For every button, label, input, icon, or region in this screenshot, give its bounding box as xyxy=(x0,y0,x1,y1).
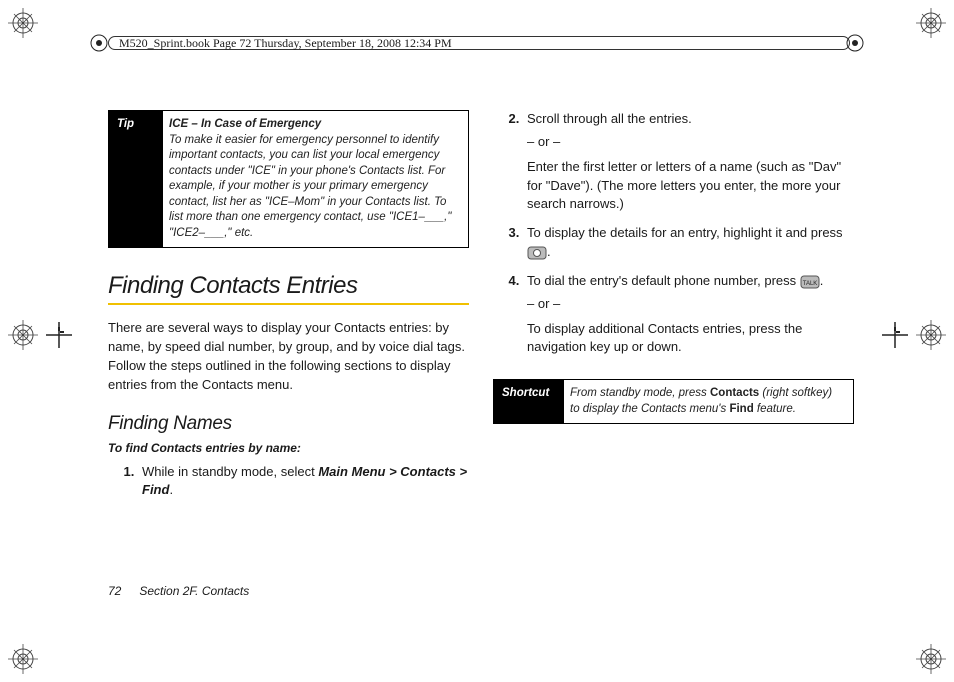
crop-cross-icon xyxy=(880,320,910,355)
crop-cross-icon xyxy=(44,320,74,355)
registration-mark-icon xyxy=(916,644,946,674)
tip-body: ICE – In Case of Emergency To make it ea… xyxy=(163,111,468,247)
shortcut-contacts: Contacts xyxy=(710,387,759,399)
step-3: To display the details for an entry, hig… xyxy=(523,224,854,262)
step-4a-pre: To dial the entry's default phone number… xyxy=(527,273,800,288)
section-label: Section 2F. Contacts xyxy=(139,584,249,598)
step-4a-post: . xyxy=(820,273,824,288)
steps-list-left: While in standby mode, select Main Menu … xyxy=(108,463,469,511)
running-head: M520_Sprint.book Page 72 Thursday, Septe… xyxy=(108,36,850,50)
shortcut-label: Shortcut xyxy=(494,380,564,423)
page: M520_Sprint.book Page 72 Thursday, Septe… xyxy=(0,0,954,682)
step-1: While in standby mode, select Main Menu … xyxy=(138,463,469,501)
or-divider: – or – xyxy=(527,133,854,152)
left-column: Tip ICE – In Case of Emergency To make i… xyxy=(108,110,469,585)
step-3-post: . xyxy=(547,244,551,259)
page-number: 72 xyxy=(108,584,121,598)
step-2a: Scroll through all the entries. xyxy=(527,110,854,129)
step-2: Scroll through all the entries. – or – E… xyxy=(523,110,854,214)
registration-mark-icon xyxy=(916,320,946,355)
steps-list-right: Scroll through all the entries. – or – E… xyxy=(493,110,854,367)
tip-box: Tip ICE – In Case of Emergency To make i… xyxy=(108,110,469,248)
running-head-text: M520_Sprint.book Page 72 Thursday, Septe… xyxy=(119,36,452,51)
intro-paragraph: There are several ways to display your C… xyxy=(108,319,469,394)
subheading: Finding Names xyxy=(108,413,469,435)
page-footer: 72 Section 2F. Contacts xyxy=(108,584,249,598)
shortcut-box: Shortcut From standby mode, press Contac… xyxy=(493,379,854,424)
step-4: To dial the entry's default phone number… xyxy=(523,272,854,357)
step-3-pre: To display the details for an entry, hig… xyxy=(527,225,843,240)
registration-mark-icon xyxy=(8,320,38,355)
svg-text:TALK: TALK xyxy=(802,281,817,287)
step-1-post: . xyxy=(169,482,173,497)
tip-title: ICE – In Case of Emergency xyxy=(169,118,321,130)
or-divider: – or – xyxy=(527,295,854,314)
shortcut-pre: From standby mode, press xyxy=(570,387,710,399)
registration-mark-icon xyxy=(916,8,946,38)
section-title: Finding Contacts Entries xyxy=(108,272,469,305)
registration-mark-icon xyxy=(8,644,38,674)
header-grommet-icon xyxy=(90,34,108,57)
ok-key-icon xyxy=(527,246,547,260)
shortcut-body: From standby mode, press Contacts (right… xyxy=(564,380,853,423)
content-area: Tip ICE – In Case of Emergency To make i… xyxy=(108,110,854,585)
shortcut-post: feature. xyxy=(754,403,796,415)
shortcut-find: Find xyxy=(729,403,753,415)
tip-label: Tip xyxy=(109,111,163,247)
right-column: Scroll through all the entries. – or – E… xyxy=(493,110,854,585)
procedure-caption: To find Contacts entries by name: xyxy=(108,441,469,455)
step-4b: To display additional Contacts entries, … xyxy=(527,320,854,358)
step-2b: Enter the first letter or letters of a n… xyxy=(527,158,854,215)
tip-etc: etc. xyxy=(232,227,254,239)
registration-mark-icon xyxy=(8,8,38,38)
step-1-pre: While in standby mode, select xyxy=(142,464,318,479)
tip-text: To make it easier for emergency personne… xyxy=(169,134,446,224)
talk-key-icon: TALK xyxy=(800,275,820,289)
